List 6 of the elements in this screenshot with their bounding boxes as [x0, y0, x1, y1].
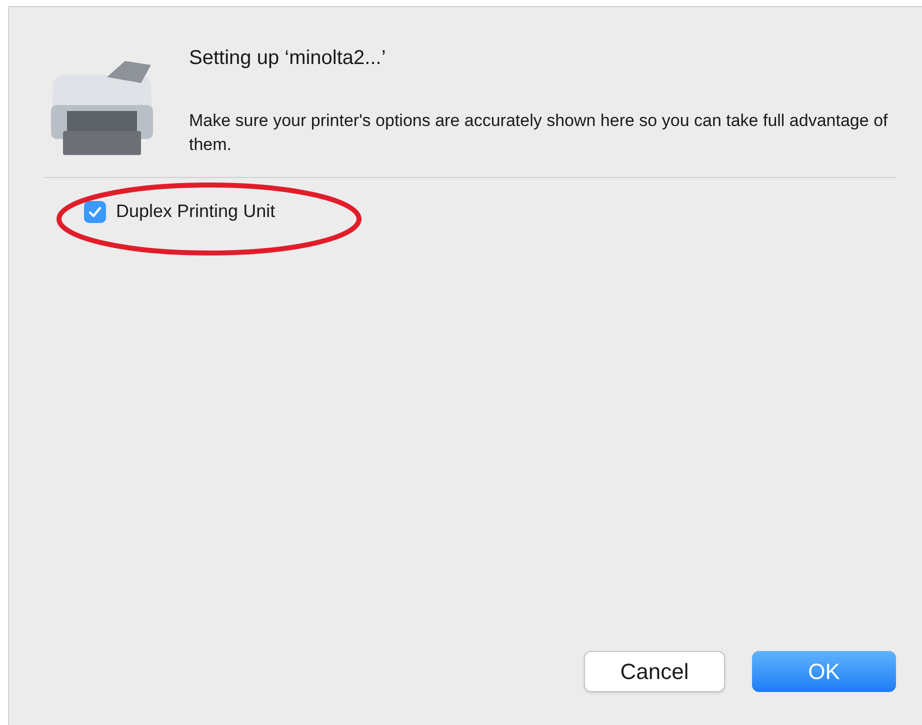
- checkbox[interactable]: [84, 200, 106, 222]
- cancel-button[interactable]: Cancel: [584, 651, 725, 692]
- checkmark-icon: [88, 204, 102, 218]
- checkbox-label: Duplex Printing Unit: [116, 200, 276, 223]
- dialog-title: Setting up ‘minolta2...’: [189, 46, 387, 71]
- dialog-message: Make sure your printer's options are accurately shown here so you can take full advantage of them.: [189, 110, 889, 156]
